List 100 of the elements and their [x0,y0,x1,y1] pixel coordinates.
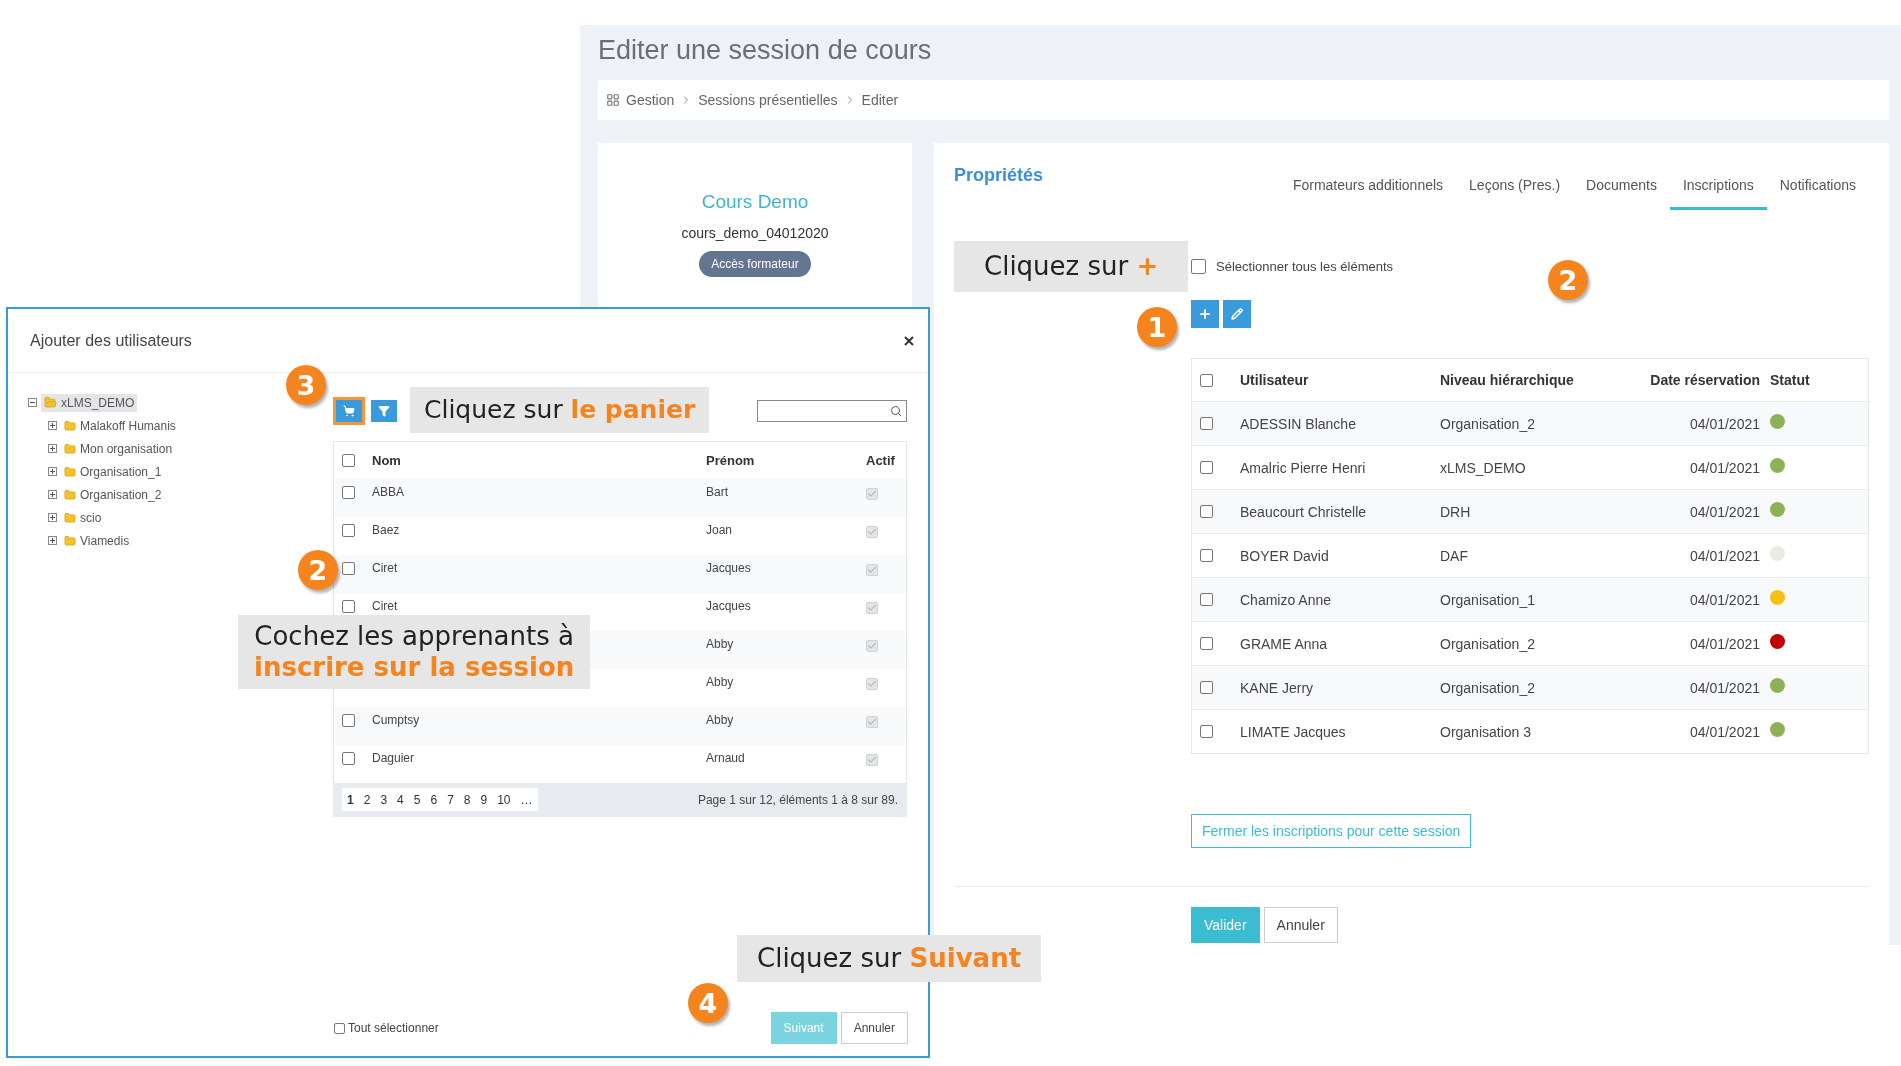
page-link[interactable]: 5 [408,792,426,807]
tree-item[interactable]: Organisation_2 [61,485,165,504]
table-cell-text: DRH [1440,503,1472,520]
collapse-icon[interactable] [28,398,37,407]
table-cell-text: LIMATE Jacques [1240,723,1347,740]
tab[interactable]: Documents [1573,171,1670,210]
checkbox[interactable] [1200,417,1213,430]
breadcrumb-item[interactable]: Gestion [626,92,675,108]
table-cell-text: BOYER David [1240,547,1330,564]
table-cell-text: xLMS_DEMO [1440,459,1527,476]
table-cell-text: Daguier [372,750,416,765]
table-cell-text: Abby [706,674,735,689]
breadcrumb-item[interactable]: Sessions présentielles [698,92,838,108]
table-cell-text: 04/01/2021 [1688,547,1761,564]
instruction-callout: Cliquez sur le panier [410,387,710,433]
table-cell-text: 04/01/2021 [1688,459,1761,476]
tree-item[interactable]: scio [61,508,105,527]
add-button[interactable] [1191,300,1219,328]
expand-icon[interactable] [48,467,57,476]
table-cell-text: Chamizo Anne [1240,591,1333,608]
checkbox[interactable] [1200,461,1213,474]
expand-icon[interactable] [48,421,57,430]
tab[interactable]: Formateurs additionnels [1279,171,1457,210]
tab[interactable]: Leçons (Pres.) [1456,171,1574,210]
table-cell-text: Jacques [706,560,752,575]
table-cell-text: Beaucourt Christelle [1240,503,1368,520]
page-link[interactable]: 9 [475,792,493,807]
checkbox[interactable] [1191,258,1206,274]
page-link[interactable]: 10 [492,792,516,807]
breadcrumb-item: Editer [861,92,899,108]
checkbox[interactable] [1200,725,1213,738]
search-field[interactable] [757,400,907,422]
checkbox[interactable] [342,562,355,575]
page-link[interactable]: 4 [392,792,409,807]
folder-icon [64,534,76,547]
page-link[interactable]: 3 [375,792,393,807]
table-cell-text: Baez [372,522,401,537]
expand-icon[interactable] [48,536,57,545]
cart-icon [343,405,355,417]
close-button[interactable] [904,335,914,346]
pencil-icon [1231,308,1243,320]
column-header: Nom [372,453,402,468]
checkbox[interactable] [1200,681,1213,694]
folder-icon [64,465,76,478]
folder-icon [64,511,76,524]
page-link[interactable]: … [515,792,538,807]
table-cell-text: Abby [706,712,735,727]
cancel-button[interactable]: Annuler [840,1012,908,1044]
page-link[interactable]: 6 [425,792,443,807]
grid-icon [606,93,620,107]
instruction-callout: Cochez les apprenants à inscrire sur la session [238,615,591,690]
checkbox[interactable] [342,524,355,537]
checkbox[interactable] [1200,549,1213,562]
tab[interactable]: Notifications [1766,171,1869,210]
tab[interactable]: Inscriptions [1669,171,1767,210]
expand-icon[interactable] [48,444,57,453]
cancel-button[interactable]: Annuler [1263,907,1338,943]
edit-button[interactable] [1223,300,1251,328]
tree-item[interactable]: Organisation_1 [61,462,165,481]
table-cell-text: Organisation_2 [1440,679,1536,696]
tree-item[interactable]: xLMS_DEMO [41,393,138,412]
table-cell-text: Ciret [372,598,399,613]
checkbox[interactable] [1200,637,1213,650]
checkbox[interactable] [342,486,355,499]
checkbox[interactable] [1200,593,1213,606]
table-cell-text: DAF [1440,547,1469,564]
checkbox-label: Sélectionner tous les éléments [1216,258,1394,274]
tree-item[interactable]: Mon organisation [61,439,176,458]
checkbox[interactable] [342,752,355,765]
table-cell-text: GRAME Anna [1240,635,1329,652]
checkbox[interactable] [342,714,355,727]
table-cell-text: 04/01/2021 [1688,723,1761,740]
filter-icon [378,405,390,417]
table-cell-text: 04/01/2021 [1688,591,1761,608]
table-cell-text: Organisation_1 [1440,591,1536,608]
checkbox[interactable] [342,600,355,613]
trainer-access-button[interactable]: Accès formateur [699,251,811,277]
expand-icon[interactable] [48,490,57,499]
filter-button[interactable] [371,400,397,422]
page-link[interactable]: 8 [458,792,476,807]
cart-button[interactable] [333,397,365,425]
tree-item[interactable]: Malakoff Humanis [61,416,179,435]
table-cell-text: 04/01/2021 [1688,415,1761,432]
page-link[interactable]: 2 [358,792,376,807]
table-cell-text: Organisation_2 [1440,415,1536,432]
plus-icon [1198,307,1212,321]
table-cell-text: Organisation_2 [1440,635,1536,652]
checkbox[interactable] [342,454,355,467]
table-cell-text: 04/01/2021 [1688,635,1761,652]
folder-icon [64,488,76,501]
column-header: Actif [866,453,896,468]
checkbox[interactable] [1200,373,1213,387]
expand-icon[interactable] [48,513,57,522]
table-cell-text: Abby [706,636,735,651]
column-header: Niveau hiérarchique [1440,372,1575,388]
tree-item[interactable]: Viamedis [61,531,133,550]
page-link[interactable]: 7 [442,792,459,807]
table-cell-text: ADESSIN Blanche [1240,415,1357,432]
checkbox[interactable] [334,1022,345,1034]
checkbox[interactable] [1200,505,1213,518]
